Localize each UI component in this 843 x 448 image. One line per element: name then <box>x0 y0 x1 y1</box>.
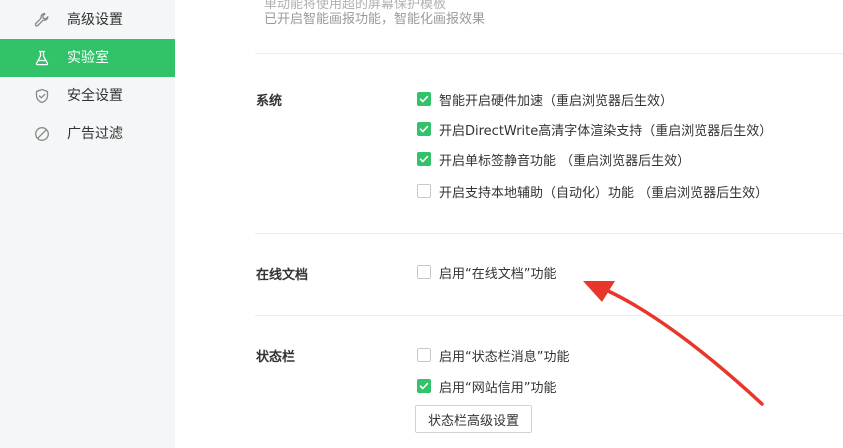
checkbox-unchecked[interactable] <box>417 348 431 362</box>
divider <box>255 233 843 234</box>
block-icon <box>34 126 50 142</box>
sidebar-item-label: 安全设置 <box>67 88 123 104</box>
sidebar-item-label: 高级设置 <box>67 12 123 28</box>
checkbox-directwrite[interactable]: 开启DirectWrite高清字体渲染支持（重启浏览器后生效） <box>417 119 772 139</box>
checkbox-tab-mute[interactable]: 开启单标签静音功能 （重启浏览器后生效） <box>417 149 690 169</box>
sidebar-item-label: 实验室 <box>67 50 109 66</box>
option-label: 开启DirectWrite高清字体渲染支持（重启浏览器后生效） <box>439 123 773 139</box>
option-label: 启用“网站信用”功能 <box>439 380 557 396</box>
sidebar-item-label: 广告过滤 <box>67 126 123 142</box>
shield-icon <box>34 88 50 104</box>
checkbox-checked[interactable] <box>417 92 431 106</box>
checkbox-checked[interactable] <box>417 379 431 393</box>
checkbox-checked[interactable] <box>417 152 431 166</box>
section-title-status-bar: 状态栏 <box>256 350 296 365</box>
flask-icon <box>34 50 50 66</box>
checkbox-unchecked[interactable] <box>417 265 431 279</box>
checkbox-hardware-acceleration[interactable]: 智能开启硬件加速（重启浏览器后生效） <box>417 89 673 109</box>
option-label: 启用“状态栏消息”功能 <box>439 349 570 365</box>
sidebar-item-advanced-settings[interactable]: 高级设置 <box>0 1 175 39</box>
checkbox-online-docs[interactable]: 启用“在线文档”功能 <box>417 262 556 282</box>
status-bar-advanced-settings-button[interactable]: 状态栏高级设置 <box>415 405 532 433</box>
option-label: 启用“在线文档”功能 <box>439 266 557 282</box>
option-label: 开启支持本地辅助（自动化）功能 （重启浏览器后生效） <box>439 185 769 201</box>
description-text: 已开启智能画报功能，智能化画报效果 <box>264 12 486 27</box>
sidebar-item-lab[interactable]: 实验室 <box>0 39 175 77</box>
sidebar-item-ad-filter[interactable]: 广告过滤 <box>0 115 175 153</box>
sidebar-item-security-settings[interactable]: 安全设置 <box>0 77 175 115</box>
checkbox-checked[interactable] <box>417 122 431 136</box>
section-title-system: 系统 <box>256 94 283 109</box>
option-label: 开启单标签静音功能 （重启浏览器后生效） <box>439 153 691 169</box>
checkbox-status-bar-messages[interactable]: 启用“状态栏消息”功能 <box>417 345 569 365</box>
divider <box>255 53 843 54</box>
divider <box>255 315 843 316</box>
section-title-online-docs: 在线文档 <box>256 268 309 283</box>
option-label: 智能开启硬件加速（重启浏览器后生效） <box>439 93 674 109</box>
sidebar: 高级设置 实验室 安全设置 广告过滤 <box>0 0 175 448</box>
checkbox-site-credit[interactable]: 启用“网站信用”功能 <box>417 376 556 396</box>
checkbox-local-automation[interactable]: 开启支持本地辅助（自动化）功能 （重启浏览器后生效） <box>417 181 768 201</box>
wrench-icon <box>34 12 50 28</box>
checkbox-unchecked[interactable] <box>417 184 431 198</box>
